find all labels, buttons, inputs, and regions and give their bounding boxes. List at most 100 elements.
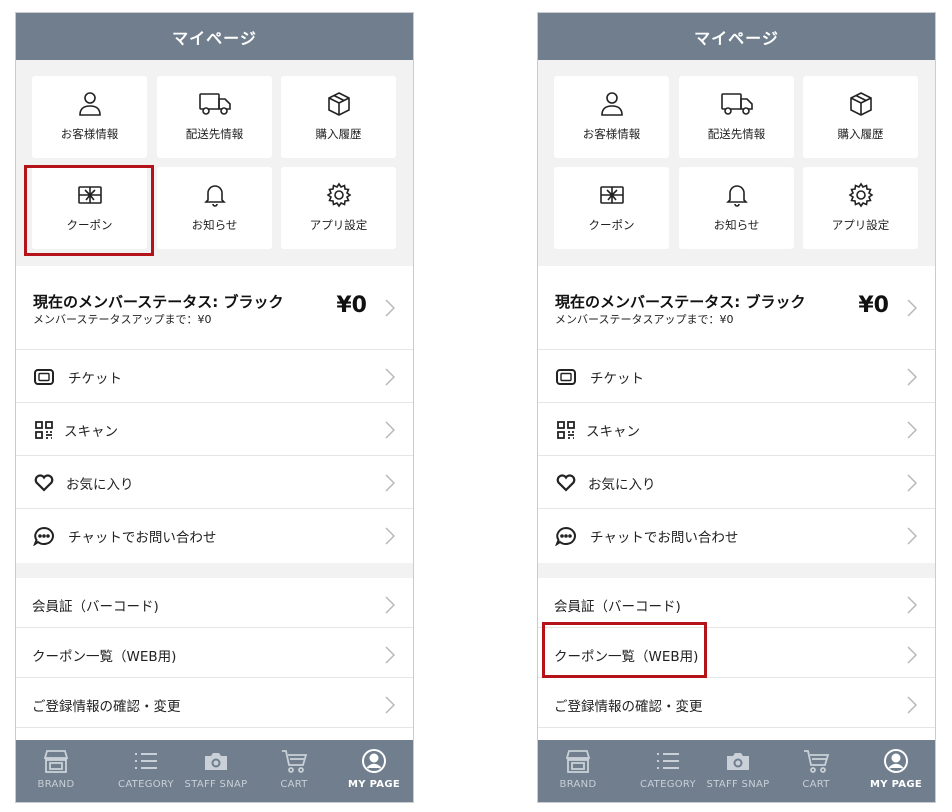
grid-item-news[interactable]: お知らせ	[157, 167, 272, 249]
grid-item-coupon[interactable]: クーポン	[554, 167, 669, 249]
menu-grid: お客様情報 配送先情報 購入履歴 クーポン お知らせ アプリ設定	[538, 60, 935, 266]
tab-cart[interactable]: CART	[786, 740, 846, 802]
menu-item-label: お気に入り	[66, 477, 134, 493]
coupon-highlight-box	[24, 165, 154, 256]
tab-label: CART	[802, 779, 830, 790]
tab-my-page[interactable]: MY PAGE	[343, 740, 405, 802]
link-label: 会員証（バーコード)	[32, 599, 159, 615]
menu-item-chat[interactable]: チャットでお問い合わせ	[16, 509, 413, 562]
account-icon	[883, 748, 909, 774]
menu-item-ticket[interactable]: チケット	[16, 350, 413, 403]
link-label: ご登録情報の確認・変更	[32, 699, 181, 715]
tab-label: MY PAGE	[348, 779, 400, 790]
page-title: マイページ	[538, 13, 935, 60]
bottom-tab-bar: BRAND CATEGORY STAFF SNAP CART MY PAGE	[16, 740, 413, 802]
heart-icon	[555, 472, 577, 494]
member-status-subtitle: メンバーステータスアップまで：¥0	[33, 313, 212, 326]
person-icon	[78, 90, 102, 118]
store-icon	[564, 748, 592, 774]
chat-icon	[33, 525, 55, 547]
tab-my-page[interactable]: MY PAGE	[865, 740, 927, 802]
grid-item-shipping-info[interactable]: 配送先情報	[157, 76, 272, 158]
grid-item-label: 購入履歴	[837, 127, 884, 141]
grid-item-app-settings[interactable]: アプリ設定	[803, 167, 918, 249]
bell-icon	[725, 181, 749, 209]
menu-item-label: チケット	[68, 371, 122, 387]
camera-icon	[725, 748, 751, 774]
grid-item-label: お客様情報	[60, 127, 119, 141]
chevron-right-icon	[385, 596, 396, 618]
link-coupon-list[interactable]: クーポン一覧（WEB用)	[16, 628, 413, 678]
grid-item-purchase-history[interactable]: 購入履歴	[281, 76, 396, 158]
person-icon	[600, 90, 624, 118]
menu-item-favorites[interactable]: お気に入り	[538, 456, 935, 509]
menu-item-scan[interactable]: スキャン	[538, 403, 935, 456]
menu-item-label: チャットでお問い合わせ	[590, 530, 739, 546]
ticket-icon	[33, 366, 55, 388]
link-label: 会員証（バーコード)	[554, 599, 681, 615]
link-membership-card[interactable]: 会員証（バーコード)	[16, 578, 413, 628]
grid-item-customer-info[interactable]: お客様情報	[32, 76, 147, 158]
menu-item-chat[interactable]: チャットでお問い合わせ	[538, 509, 935, 562]
member-status[interactable]: 現在のメンバーステータス: ブラック メンバーステータスアップまで：¥0 ¥0	[538, 266, 935, 350]
link-registration-info[interactable]: ご登録情報の確認・変更	[16, 678, 413, 728]
grid-item-shipping-info[interactable]: 配送先情報	[679, 76, 794, 158]
member-status-title: 現在のメンバーステータス: ブラック	[33, 293, 284, 311]
grid-item-customer-info[interactable]: お客様情報	[554, 76, 669, 158]
qr-icon	[33, 419, 55, 441]
menu-item-scan[interactable]: スキャン	[16, 403, 413, 456]
link-label: クーポン一覧（WEB用)	[32, 649, 177, 665]
tab-label: MY PAGE	[870, 779, 922, 790]
grid-item-label: お知らせ	[191, 218, 238, 232]
grid-item-label: クーポン	[588, 218, 635, 232]
menu-item-label: スキャン	[64, 424, 118, 440]
coupon-list-highlight-box	[542, 622, 707, 678]
right-screen: マイページ お客様情報 配送先情報 購入履歴 クーポン お知らせ アプリ設定 現…	[537, 12, 936, 803]
ticket-icon	[555, 366, 577, 388]
chevron-right-icon	[385, 474, 396, 496]
store-icon	[42, 748, 70, 774]
chevron-right-icon	[907, 646, 918, 668]
link-label: ご登録情報の確認・変更	[554, 699, 703, 715]
member-status-amount: ¥0	[336, 293, 367, 318]
chevron-right-icon	[907, 299, 918, 321]
chevron-right-icon	[385, 368, 396, 390]
section-divider	[538, 563, 935, 578]
chevron-right-icon	[907, 368, 918, 390]
cart-icon	[280, 748, 308, 774]
heart-icon	[33, 472, 55, 494]
truck-icon	[198, 90, 232, 118]
gear-icon	[326, 181, 352, 209]
link-registration-info[interactable]: ご登録情報の確認・変更	[538, 678, 935, 728]
grid-item-label: アプリ設定	[831, 218, 890, 232]
grid-item-purchase-history[interactable]: 購入履歴	[803, 76, 918, 158]
box-icon	[848, 90, 874, 118]
tab-staff-snap[interactable]: STAFF SNAP	[698, 740, 778, 802]
tab-label: CART	[280, 779, 308, 790]
tab-staff-snap[interactable]: STAFF SNAP	[176, 740, 256, 802]
grid-item-news[interactable]: お知らせ	[679, 167, 794, 249]
grid-item-label: 購入履歴	[315, 127, 362, 141]
chevron-right-icon	[385, 646, 396, 668]
menu-item-favorites[interactable]: お気に入り	[16, 456, 413, 509]
chevron-right-icon	[385, 299, 396, 321]
link-membership-card[interactable]: 会員証（バーコード)	[538, 578, 935, 628]
grid-item-app-settings[interactable]: アプリ設定	[281, 167, 396, 249]
chevron-right-icon	[385, 696, 396, 718]
grid-item-label: お知らせ	[713, 218, 760, 232]
page-title: マイページ	[16, 13, 413, 60]
menu-item-label: スキャン	[586, 424, 640, 440]
member-status-subtitle: メンバーステータスアップまで：¥0	[555, 313, 734, 326]
chevron-right-icon	[907, 696, 918, 718]
grid-item-label: 配送先情報	[707, 127, 766, 141]
chevron-right-icon	[907, 474, 918, 496]
tab-brand[interactable]: BRAND	[548, 740, 608, 802]
menu-item-ticket[interactable]: チケット	[538, 350, 935, 403]
tab-brand[interactable]: BRAND	[26, 740, 86, 802]
qr-icon	[555, 419, 577, 441]
chevron-right-icon	[385, 527, 396, 549]
member-status[interactable]: 現在のメンバーステータス: ブラック メンバーステータスアップまで：¥0 ¥0	[16, 266, 413, 350]
tab-cart[interactable]: CART	[264, 740, 324, 802]
gear-icon	[848, 181, 874, 209]
account-icon	[361, 748, 387, 774]
